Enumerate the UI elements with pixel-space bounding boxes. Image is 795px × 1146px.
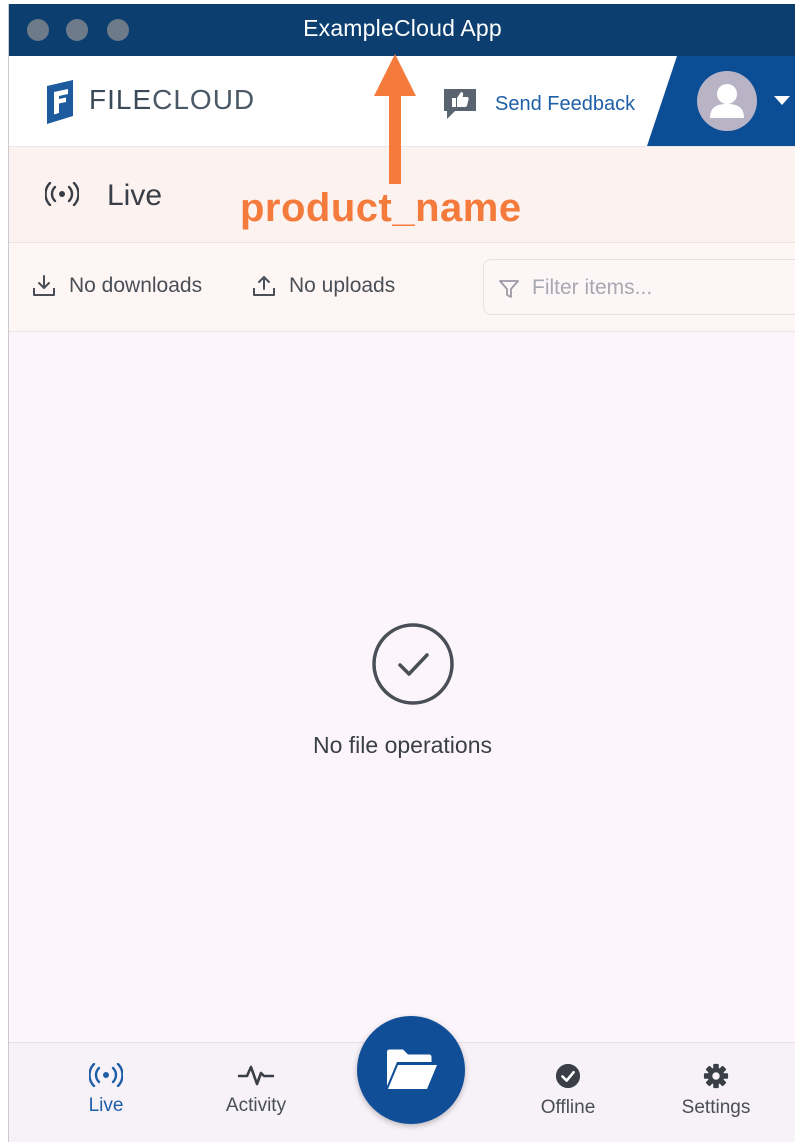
account-menu[interactable] (647, 56, 795, 146)
send-feedback-label: Send Feedback (495, 92, 636, 115)
broadcast-icon (45, 182, 79, 206)
filter-box[interactable] (483, 259, 795, 315)
empty-state-message: No file operations (313, 732, 492, 758)
folder-open-icon (387, 1049, 437, 1089)
check-circle-icon (372, 623, 454, 705)
logo-wordmark: FILECLOUD (89, 84, 255, 116)
open-folder-button[interactable] (357, 1016, 465, 1124)
feedback-thumbs-up-icon (444, 89, 476, 119)
send-feedback-button[interactable]: Send Feedback (441, 84, 635, 124)
downloads-status[interactable]: No downloads (31, 273, 202, 299)
avatar[interactable] (697, 71, 757, 131)
downloads-label: No downloads (69, 274, 203, 297)
chevron-down-icon[interactable] (774, 96, 790, 105)
nav-label-offline: Offline (540, 1097, 596, 1118)
annotation-arrow-icon (374, 54, 416, 184)
filecloud-logo-icon (47, 80, 73, 124)
broadcast-icon (89, 1063, 123, 1087)
pulse-icon (238, 1065, 274, 1086)
gear-icon (703, 1063, 729, 1089)
filter-input[interactable] (530, 270, 794, 306)
nav-item-activity[interactable]: Activity (201, 1063, 311, 1117)
logo-text-file: FILE (89, 84, 153, 115)
nav-label-activity: Activity (225, 1095, 287, 1116)
upload-icon (253, 276, 275, 296)
filter-icon (499, 280, 519, 298)
nav-item-offline[interactable]: Offline (513, 1063, 623, 1119)
nav-label-settings: Settings (681, 1097, 751, 1118)
check-badge-icon (555, 1063, 581, 1089)
uploads-label: No uploads (289, 274, 396, 297)
window-title: ExampleCloud App (303, 15, 502, 41)
user-icon (710, 84, 744, 118)
nav-item-settings[interactable]: Settings (661, 1063, 771, 1119)
transfer-toolbar: No downloads No uploads (9, 243, 795, 332)
logo-text-cloud: CLOUD (152, 84, 256, 115)
annotation-label: product_name (240, 186, 522, 230)
uploads-status[interactable]: No uploads (251, 273, 395, 299)
nav-label-live: Live (88, 1095, 124, 1116)
title-bar: ExampleCloud App (9, 4, 795, 56)
page-title: Live (107, 179, 163, 212)
download-icon (33, 275, 55, 296)
nav-item-live[interactable]: Live (51, 1063, 161, 1117)
